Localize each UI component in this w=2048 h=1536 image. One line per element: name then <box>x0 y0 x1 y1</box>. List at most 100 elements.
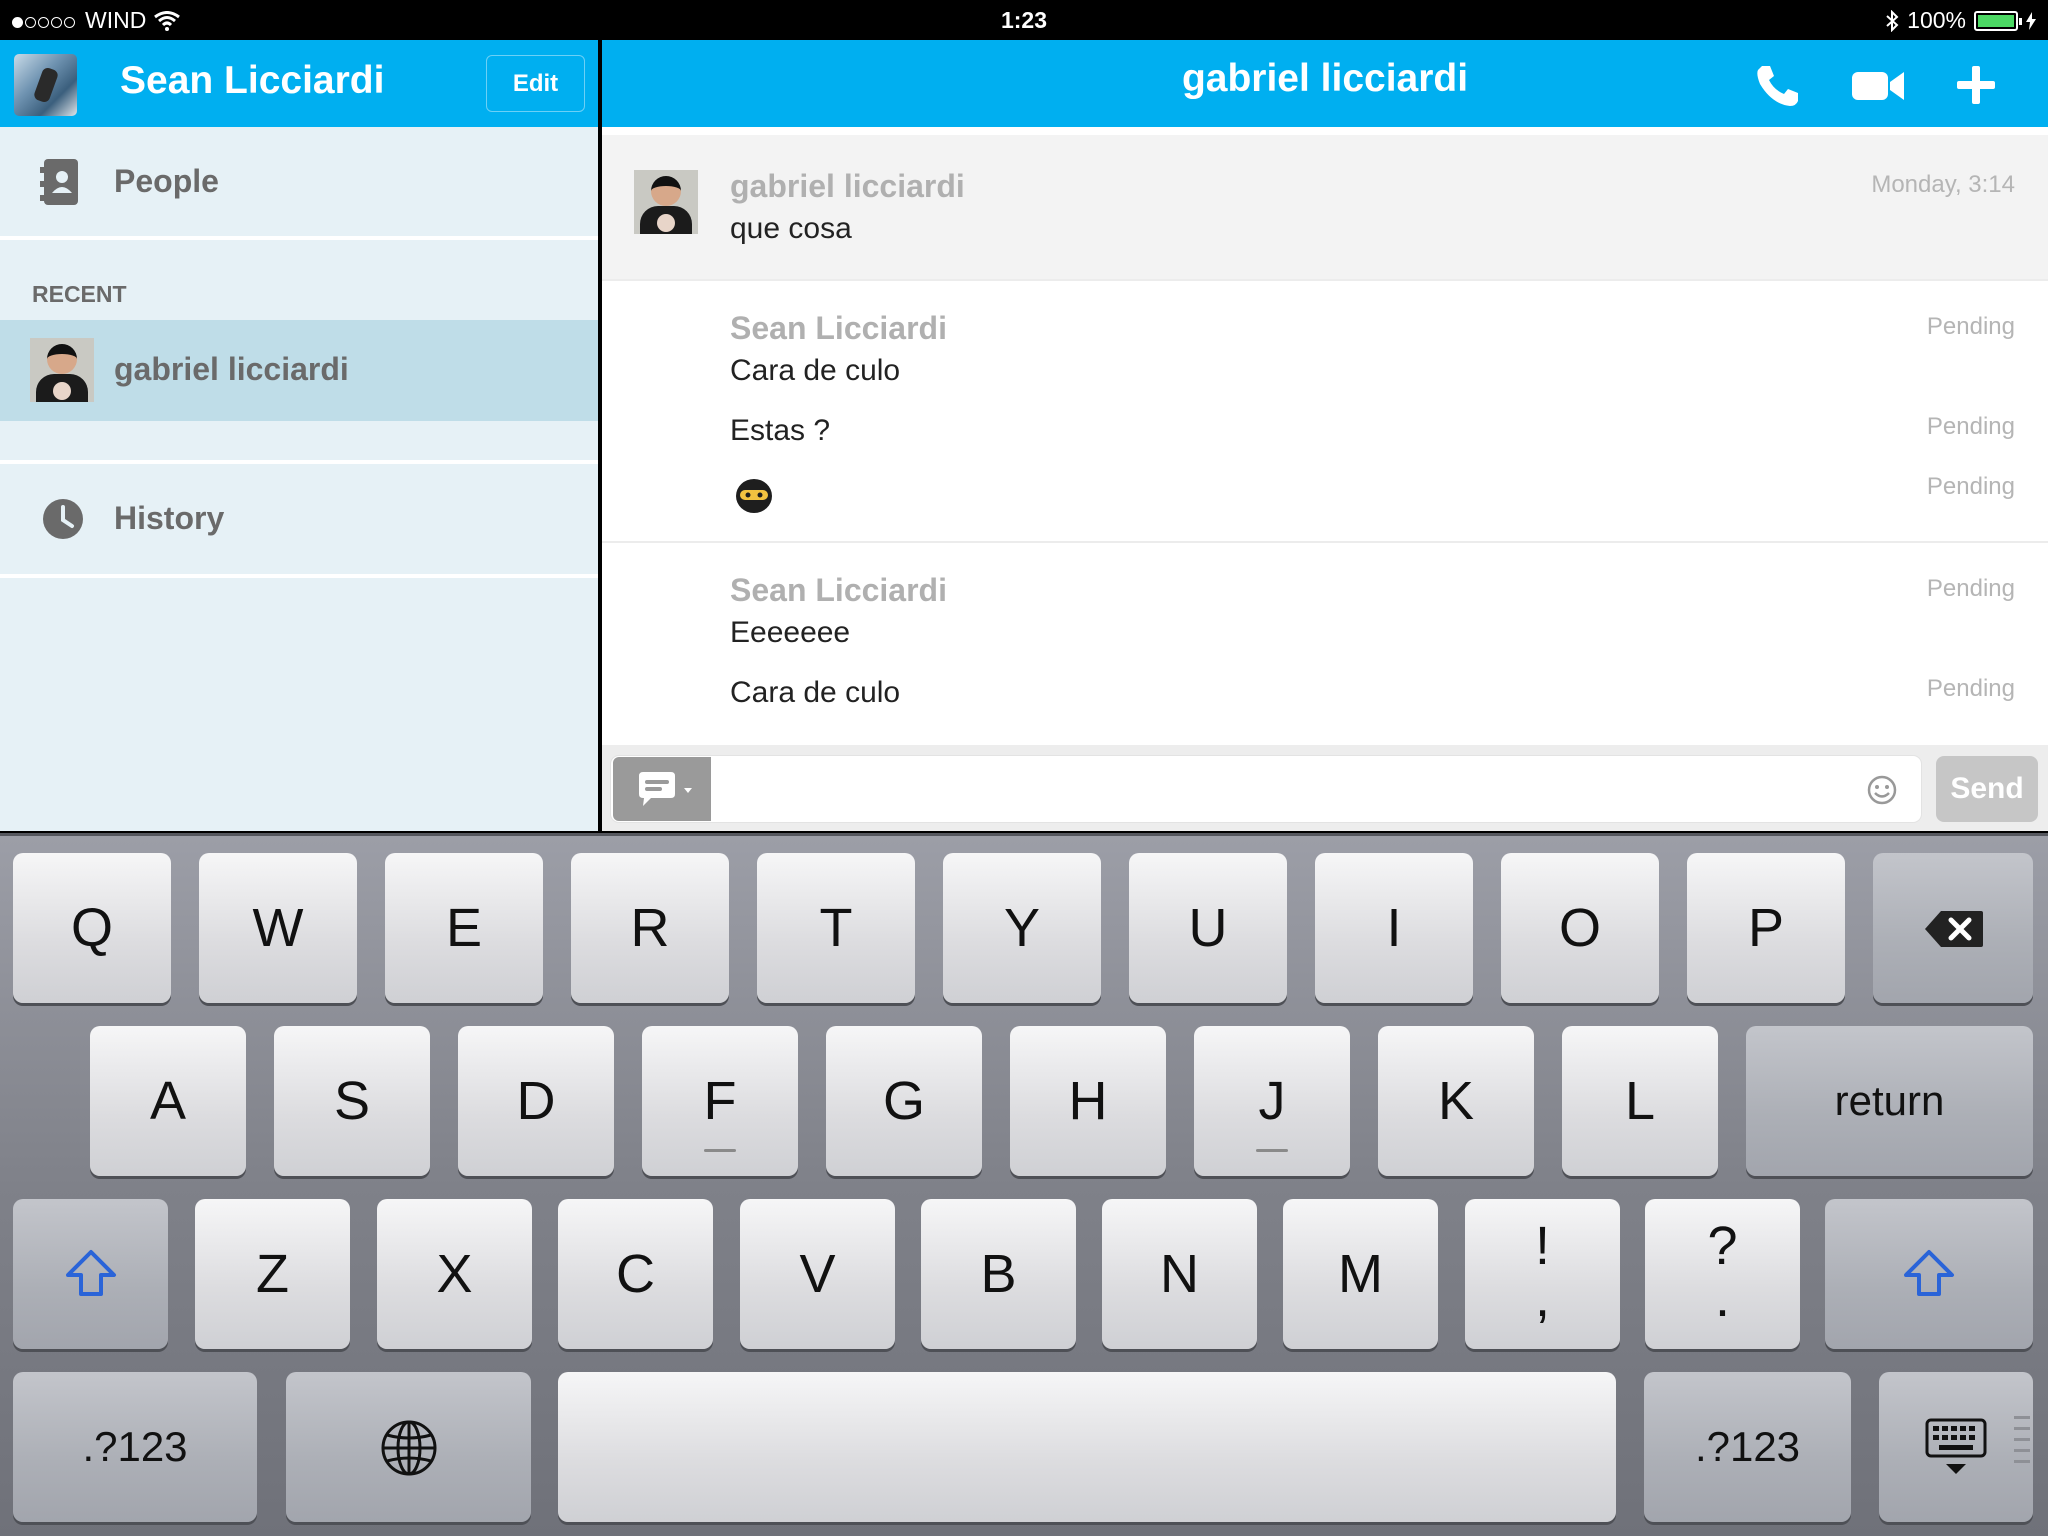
numbers-key-left[interactable]: .?123 <box>13 1372 257 1522</box>
key-u[interactable]: U <box>1129 853 1287 1003</box>
backspace-key[interactable] <box>1873 853 2033 1003</box>
return-key[interactable]: return <box>1746 1026 2033 1176</box>
status-bar: WIND 1:23 100% <box>0 0 2048 40</box>
key-c[interactable]: C <box>558 1199 713 1349</box>
message-text[interactable]: Cara de culo <box>730 354 900 388</box>
message-time: Pending <box>1926 675 2015 702</box>
key-m[interactable]: M <box>1283 1199 1438 1349</box>
message-group: Sean Licciardi Pending Eeeeeee Cara de c… <box>602 543 2048 753</box>
message-text[interactable]: Estas ? <box>730 414 830 448</box>
key-j[interactable]: J <box>1194 1026 1350 1176</box>
message-time: Monday, 3:14 <box>1871 171 2015 198</box>
shift-key-left[interactable] <box>13 1199 168 1349</box>
phone-icon[interactable] <box>1752 62 1808 108</box>
recent-heading: RECENT <box>32 281 127 307</box>
message-time: Pending <box>1926 575 2015 602</box>
edit-button[interactable]: Edit <box>486 55 585 112</box>
keyboard-drag-handle[interactable] <box>2014 1416 2030 1486</box>
key-p[interactable]: P <box>1687 853 1845 1003</box>
sidebar-item-label: People <box>114 163 219 199</box>
contact-name: gabriel licciardi <box>114 351 349 387</box>
key-label: F <box>703 1071 737 1131</box>
sidebar: Sean Licciardi Edit People RECENT gabrie… <box>0 40 598 831</box>
ninja-emoticon-icon[interactable] <box>734 474 774 514</box>
key-question-period[interactable]: ? . <box>1645 1199 1800 1349</box>
message-sender: Sean Licciardi <box>730 310 947 346</box>
contact-avatar <box>30 338 94 402</box>
key-i[interactable]: I <box>1315 853 1473 1003</box>
key-label-bottom: . <box>1714 1268 1730 1328</box>
space-key[interactable] <box>558 1372 1616 1522</box>
backspace-icon <box>1925 911 1983 947</box>
chat-header: gabriel licciardi <box>602 40 2048 127</box>
sidebar-item-people[interactable]: People <box>0 127 598 235</box>
key-z[interactable]: Z <box>195 1199 350 1349</box>
message-time: Pending <box>1926 473 2015 500</box>
message-time: Pending <box>1926 313 2015 340</box>
key-q[interactable]: Q <box>13 853 171 1003</box>
hide-keyboard-key[interactable] <box>1879 1372 2033 1522</box>
message-text[interactable]: Cara de culo <box>730 676 900 710</box>
key-f[interactable]: F <box>642 1026 798 1176</box>
globe-key[interactable] <box>286 1372 531 1522</box>
shift-icon <box>1904 1250 1954 1296</box>
message-text[interactable]: que cosa <box>730 212 852 246</box>
key-b[interactable]: B <box>921 1199 1076 1349</box>
key-a[interactable]: A <box>90 1026 246 1176</box>
key-label-top: ! <box>1534 1216 1550 1276</box>
sidebar-item-label: History <box>114 500 225 536</box>
key-n[interactable]: N <box>1102 1199 1257 1349</box>
key-d[interactable]: D <box>458 1026 614 1176</box>
key-k[interactable]: K <box>1378 1026 1534 1176</box>
key-v[interactable]: V <box>740 1199 895 1349</box>
message-sender: gabriel licciardi <box>730 168 965 204</box>
charging-icon <box>2026 11 2036 30</box>
message-input[interactable] <box>715 764 1859 816</box>
video-icon[interactable] <box>1850 62 1906 108</box>
key-label-top: ? <box>1707 1216 1738 1276</box>
user-name[interactable]: Sean Licciardi <box>120 59 384 103</box>
keyboard: Q W E R T Y U I O P A S D F G H J K L re… <box>0 833 2048 1536</box>
message-time: Pending <box>1926 413 2015 440</box>
people-icon <box>40 159 78 205</box>
user-avatar[interactable] <box>14 54 77 116</box>
key-exclamation-comma[interactable]: ! , <box>1465 1199 1620 1349</box>
shift-icon <box>66 1250 116 1296</box>
hide-keyboard-icon <box>1925 1418 1987 1474</box>
chat-title: gabriel licciardi <box>1181 57 1469 100</box>
sidebar-item-history[interactable]: History <box>0 464 598 572</box>
bluetooth-icon <box>1886 9 1899 32</box>
key-w[interactable]: W <box>199 853 357 1003</box>
message-input-container <box>611 756 1921 822</box>
message-text[interactable]: Eeeeeee <box>730 616 850 650</box>
recent-contact-item[interactable]: gabriel licciardi <box>0 320 598 421</box>
chat-panel: gabriel licciardi gabriel licciardi Mond… <box>602 40 2048 831</box>
message-group: Sean Licciardi Pending Cara de culo Esta… <box>602 281 2048 541</box>
divider <box>0 574 598 578</box>
send-button[interactable]: Send <box>1936 756 2038 822</box>
key-s[interactable]: S <box>274 1026 430 1176</box>
chat-mode-toggle[interactable] <box>613 757 711 821</box>
message-group: gabriel licciardi Monday, 3:14 que cosa <box>602 135 2048 279</box>
battery-percent: 100% <box>1907 7 1966 33</box>
contact-avatar <box>634 170 698 234</box>
key-g[interactable]: G <box>826 1026 982 1176</box>
key-h[interactable]: H <box>1010 1026 1166 1176</box>
shift-key-right[interactable] <box>1825 1199 2033 1349</box>
key-t[interactable]: T <box>757 853 915 1003</box>
key-r[interactable]: R <box>571 853 729 1003</box>
key-o[interactable]: O <box>1501 853 1659 1003</box>
key-e[interactable]: E <box>385 853 543 1003</box>
key-l[interactable]: L <box>1562 1026 1718 1176</box>
key-label-bottom: , <box>1534 1268 1550 1328</box>
divider <box>0 236 598 240</box>
key-y[interactable]: Y <box>943 853 1101 1003</box>
key-label: J <box>1258 1071 1286 1131</box>
smiley-icon[interactable] <box>1866 774 1898 806</box>
plus-icon[interactable] <box>1948 62 2004 108</box>
sidebar-header: Sean Licciardi Edit <box>0 40 598 127</box>
history-clock-icon <box>43 499 83 539</box>
chat-bubble-icon <box>639 772 692 806</box>
numbers-key-right[interactable]: .?123 <box>1644 1372 1851 1522</box>
key-x[interactable]: X <box>377 1199 532 1349</box>
